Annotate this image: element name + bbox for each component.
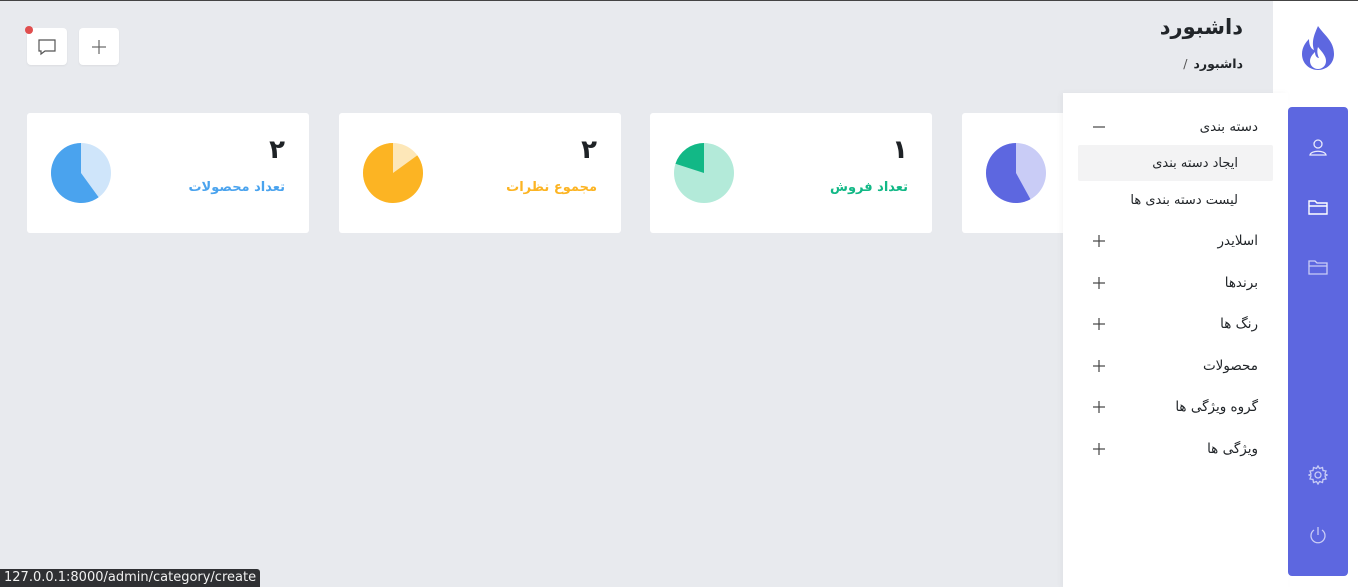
- plus-icon[interactable]: [1092, 359, 1106, 373]
- minus-icon[interactable]: [1092, 120, 1106, 134]
- flame-logo-icon[interactable]: [1298, 25, 1338, 71]
- pie-chart: [363, 143, 423, 203]
- card-value: ۲: [269, 135, 285, 165]
- menu-item-slider[interactable]: اسلایدر: [1063, 229, 1288, 253]
- menu-item-attributes[interactable]: ویژگی ها: [1063, 437, 1288, 461]
- submenu-item-create-category[interactable]: ایجاد دسته بندی: [1078, 145, 1273, 181]
- menu-item-label: ویژگی ها: [1207, 441, 1258, 457]
- card-value: ۲: [581, 135, 597, 165]
- pie-chart: [986, 143, 1046, 203]
- card-value: ۱: [892, 135, 908, 165]
- menu-item-label: رنگ ها: [1220, 316, 1258, 332]
- card-label: مجموع نظرات: [506, 180, 597, 195]
- chat-button[interactable]: [25, 26, 67, 65]
- page-title: داشبورد: [1159, 15, 1243, 39]
- add-button[interactable]: [79, 28, 119, 65]
- submenu-item-category-list[interactable]: لیست دسته بندی ها: [1078, 182, 1273, 218]
- menu-item-label: گروه ویژگی ها: [1175, 399, 1258, 415]
- submenu-item-label: لیست دسته بندی ها: [1130, 192, 1238, 208]
- chat-icon: [38, 38, 56, 55]
- icon-sidebar: [1278, 107, 1348, 576]
- pie-chart: [674, 143, 734, 203]
- card-label: تعداد محصولات: [188, 180, 285, 195]
- card-label: تعداد فروش: [830, 180, 908, 195]
- stat-card-products: ۲ تعداد محصولات: [27, 113, 309, 233]
- breadcrumb-separator: /: [1183, 56, 1188, 71]
- menu-item-label: برندها: [1224, 275, 1258, 291]
- plus-icon: [92, 39, 106, 54]
- menu-item-products[interactable]: محصولات: [1063, 354, 1288, 378]
- notification-dot: [25, 26, 33, 34]
- menu-item-label: دسته بندی: [1199, 119, 1258, 135]
- breadcrumb: داشبورد /: [1177, 56, 1243, 71]
- plus-icon[interactable]: [1092, 234, 1106, 248]
- menu-item-attribute-groups[interactable]: گروه ویژگی ها: [1063, 395, 1288, 419]
- plus-icon[interactable]: [1092, 317, 1106, 331]
- stat-card-comments: ۲ مجموع نظرات: [339, 113, 621, 233]
- gear-icon[interactable]: [1308, 465, 1328, 485]
- user-icon[interactable]: [1308, 137, 1328, 157]
- pie-chart: [51, 143, 111, 203]
- menu-item-brands[interactable]: برندها: [1063, 271, 1288, 295]
- folder-icon[interactable]: [1308, 197, 1328, 217]
- submenu-item-label: ایجاد دسته بندی: [1152, 155, 1238, 171]
- stat-card-sales: ۱ تعداد فروش: [650, 113, 932, 233]
- plus-icon[interactable]: [1092, 400, 1106, 414]
- menu-item-label: محصولات: [1202, 358, 1258, 374]
- menu-item-categories[interactable]: دسته بندی: [1063, 115, 1288, 139]
- menu-item-colors[interactable]: رنگ ها: [1063, 312, 1288, 336]
- folder-icon[interactable]: [1308, 257, 1328, 277]
- power-icon[interactable]: [1308, 525, 1328, 545]
- status-bar-url: 127.0.0.1:8000/admin/category/create: [0, 569, 261, 587]
- plus-icon[interactable]: [1092, 276, 1106, 290]
- menu-item-label: اسلایدر: [1217, 233, 1258, 249]
- plus-icon[interactable]: [1092, 442, 1106, 456]
- category-menu-panel: دسته بندی ایجاد دسته بندی لیست دسته بندی…: [1063, 93, 1288, 587]
- breadcrumb-current[interactable]: داشبورد: [1193, 56, 1243, 71]
